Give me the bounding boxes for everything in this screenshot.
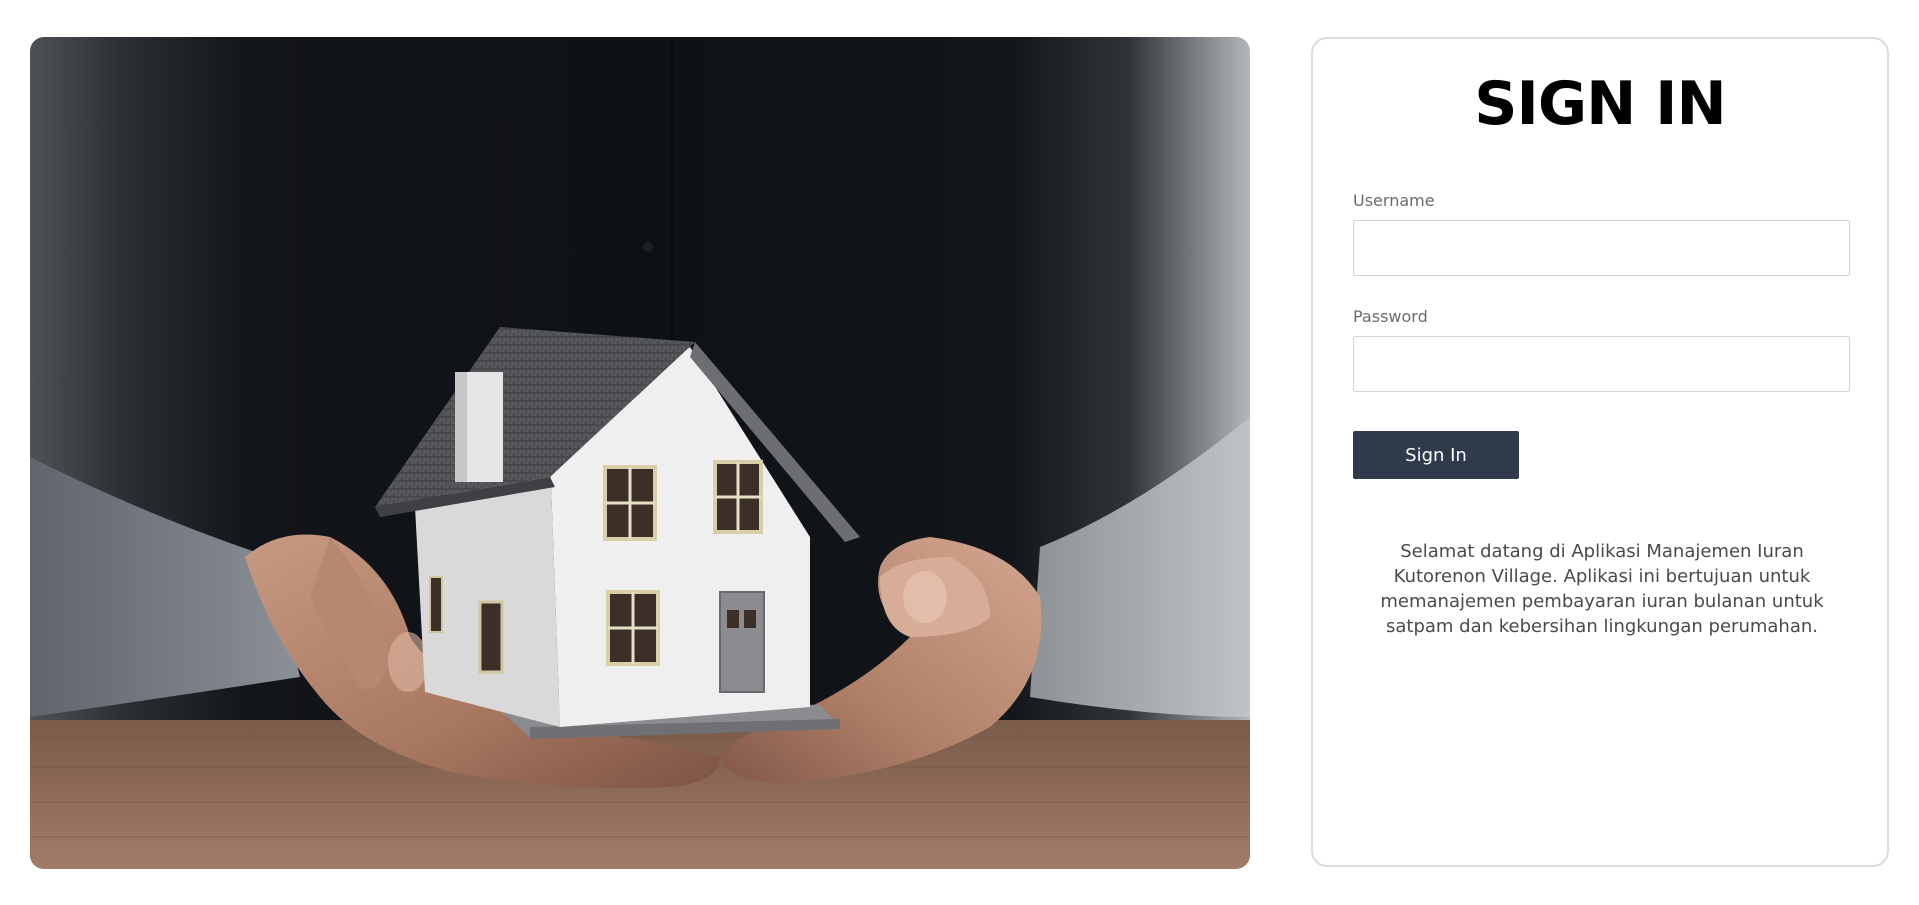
house-in-hands-illustration: [30, 37, 1250, 869]
username-input[interactable]: [1353, 220, 1850, 276]
page-title: SIGN IN: [1474, 69, 1726, 139]
signin-card: SIGN IN Username Password Sign In Selama…: [1311, 37, 1889, 867]
welcome-description: Selamat datang di Aplikasi Manajemen Iur…: [1380, 541, 1824, 637]
hero-image: [30, 37, 1250, 869]
login-page: SIGN IN Username Password Sign In Selama…: [0, 0, 1919, 905]
username-label: Username: [1353, 191, 1435, 210]
sign-in-button[interactable]: Sign In: [1353, 431, 1519, 479]
password-input[interactable]: [1353, 336, 1850, 392]
password-label: Password: [1353, 307, 1428, 326]
